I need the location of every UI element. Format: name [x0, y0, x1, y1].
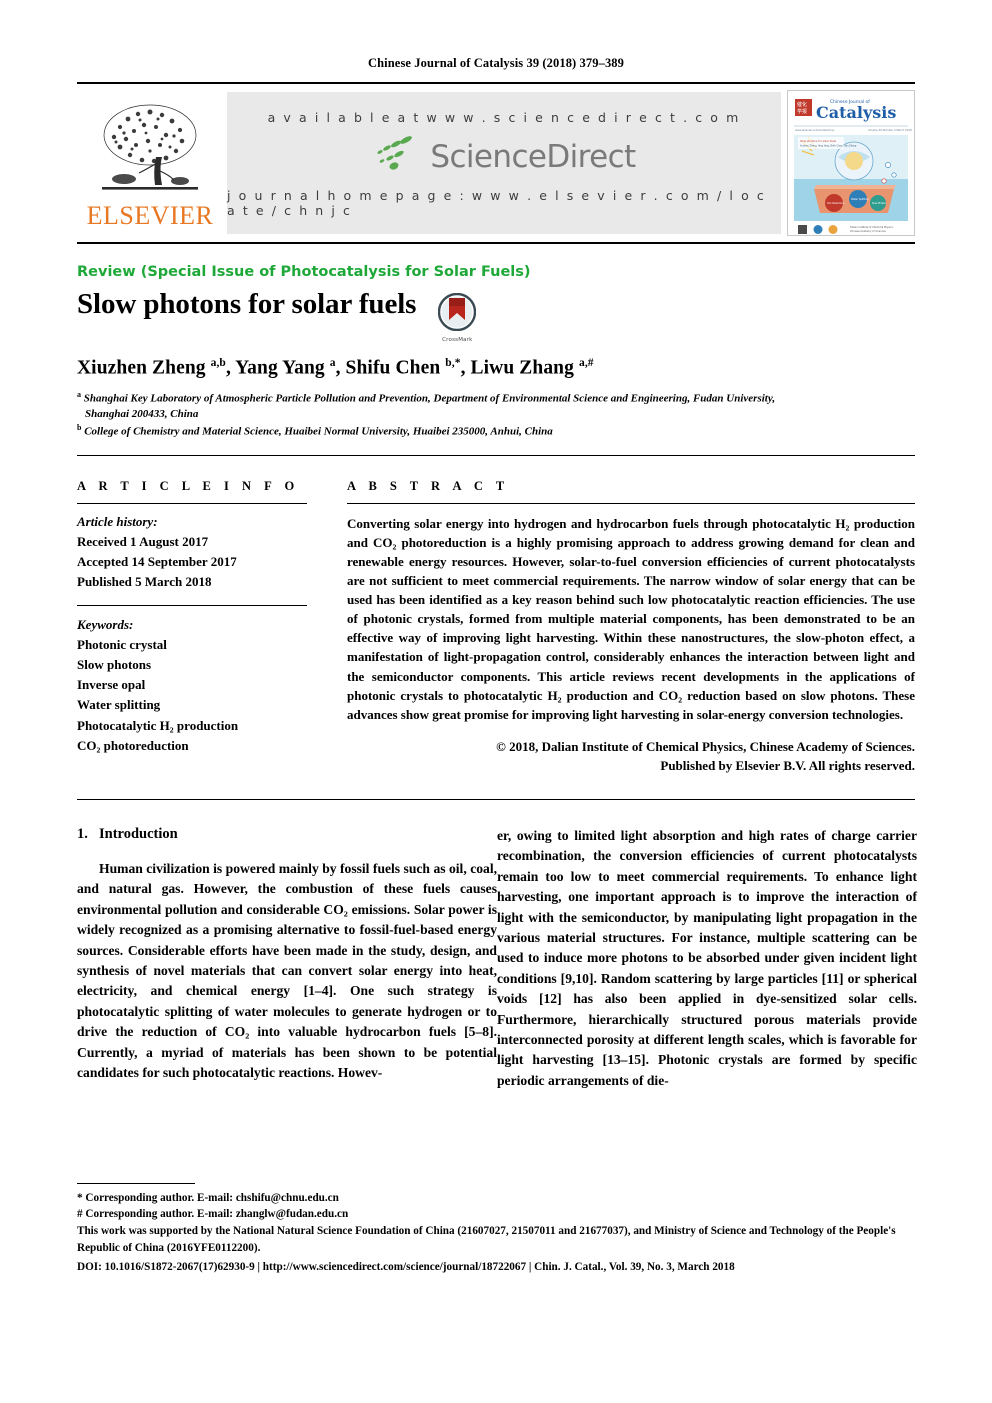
svg-text:Water Splitting: Water Splitting — [851, 198, 869, 201]
info-abstract-section: A R T I C L E I N F O Article history: R… — [77, 479, 915, 775]
article-info-column: A R T I C L E I N F O Article history: R… — [77, 479, 307, 775]
sciencedirect-logo[interactable]: ScienceDirect — [372, 133, 636, 180]
abstract-column: A B S T R A C T Converting solar energy … — [347, 479, 915, 775]
section-heading-introduction: 1. Introduction — [77, 826, 497, 843]
body-left-column: 1. Introduction Human civilization is pow… — [77, 826, 497, 1091]
article-section-label: Review (Special Issue of Photocatalysis … — [77, 264, 531, 280]
page-title: Slow photons for solar fuels — [77, 288, 417, 320]
svg-text:CO₂ Reduction: CO₂ Reduction — [827, 202, 845, 205]
masthead-bottom-rule — [77, 242, 915, 244]
corresponding-author-1: * Corresponding author. E-mail: chshifu@… — [77, 1191, 339, 1204]
column-gap — [307, 479, 347, 775]
footnote-rule — [77, 1182, 195, 1184]
svg-text:Volume 39 Number 3 March 2018: Volume 39 Number 3 March 2018 — [868, 128, 912, 132]
keyword-item: Water splitting — [77, 697, 161, 713]
footnotes: * Corresponding author. E-mail: chshifu@… — [77, 1182, 915, 1275]
abstract-text: Converting solar energy into hydrogen an… — [347, 515, 915, 722]
body-columns: 1. Introduction Human civilization is pow… — [77, 826, 917, 1091]
keywords-label: Keywords: — [77, 617, 134, 633]
article-accepted: Accepted 14 September 2017 — [77, 553, 237, 569]
author-list: Xiuzhen Zheng a,b, Yang Yang a, Shifu Ch… — [77, 357, 594, 379]
crossmark-badge[interactable]: CrossMark — [434, 292, 480, 343]
keyword-item: Photonic crystal — [77, 637, 167, 653]
affiliation-a-line1: Shanghai Key Laboratory of Atmospheric P… — [83, 392, 776, 405]
affiliation-b: b College of Chemistry and Material Scie… — [77, 423, 553, 439]
available-at-text: a v a i l a b l e a t w w w . s c i e n … — [267, 110, 741, 125]
abstract-bottom-rule — [77, 799, 915, 801]
abstract-heading: A B S T R A C T — [347, 478, 510, 493]
sciencedirect-band: a v a i l a b l e a t w w w . s c i e n … — [227, 92, 781, 234]
section-title: Introduction — [99, 826, 178, 843]
elsevier-logo: ELSEVIER — [77, 84, 223, 242]
journal-cover-thumbnail[interactable]: 催化 学报 Chinese Journal of Catalysis www.e… — [787, 90, 915, 236]
elsevier-tree-icon — [94, 101, 206, 201]
svg-text:www.elsevier.com/locate/chnjc: www.elsevier.com/locate/chnjc — [795, 128, 835, 132]
elsevier-wordmark: ELSEVIER — [86, 201, 214, 230]
keyword-item: Inverse opal — [77, 677, 146, 693]
keywords-rule — [77, 605, 307, 607]
copyright-notice: © 2018, Dalian Institute of Chemical Phy… — [347, 737, 915, 775]
svg-text:Xiuzhen Zheng, Yang Yang, Shif: Xiuzhen Zheng, Yang Yang, Shifu Chen, Li… — [800, 145, 857, 148]
journal-homepage-text: j o u r n a l h o m e p a g e : w w w . … — [227, 188, 766, 218]
sciencedirect-wordmark: ScienceDirect — [430, 138, 636, 175]
sciencedirect-leaf-icon — [372, 133, 424, 180]
body-paragraph: Human civilization is powered mainly by … — [77, 861, 497, 1080]
svg-text:Catalysis: Catalysis — [816, 103, 896, 122]
article-history-label: Article history: — [77, 513, 158, 529]
funding-note: This work was supported by the National … — [77, 1225, 896, 1254]
article-page: Chinese Journal of Catalysis 39 (2018) 3… — [0, 0, 992, 1403]
copyright-line-2: Published by Elsevier B.V. All rights re… — [660, 757, 915, 773]
keyword-item: Photocatalytic H₂ production — [77, 717, 239, 733]
svg-text:Dalian Institute of Chemical P: Dalian Institute of Chemical Physics — [850, 226, 894, 229]
svg-text:催化: 催化 — [797, 101, 807, 108]
abstract-rule — [347, 502, 915, 504]
article-published: Published 5 March 2018 — [77, 573, 212, 589]
article-info-rule — [77, 502, 307, 504]
crossmark-icon — [438, 292, 477, 335]
copyright-line-1: © 2018, Dalian Institute of Chemical Phy… — [496, 738, 915, 754]
svg-text:Slow Photon: Slow Photon — [872, 202, 887, 205]
article-info-heading: A R T I C L E I N F O — [77, 478, 300, 493]
body-paragraph: er, owing to limited light absorption an… — [497, 828, 917, 1088]
article-received: Received 1 August 2017 — [77, 533, 209, 549]
body-right-column: er, owing to limited light absorption an… — [497, 826, 917, 1091]
title-bottom-rule — [77, 454, 915, 456]
svg-text:学报: 学报 — [797, 108, 807, 115]
crossmark-label: CrossMark — [442, 337, 473, 343]
keyword-item: CO₂ photoreduction — [77, 737, 189, 753]
svg-text:Slow photons for solar fuels: Slow photons for solar fuels — [800, 139, 837, 143]
masthead: ELSEVIER a v a i l a b l e a t w w w . s… — [77, 84, 915, 242]
affiliation-a-line2: Shanghai 200433, China — [85, 407, 199, 420]
affiliations: a Shanghai Key Laboratory of Atmospheric… — [77, 389, 915, 441]
affiliation-a: a Shanghai Key Laboratory of Atmospheric… — [77, 389, 915, 423]
affiliation-b-text: College of Chemistry and Material Scienc… — [84, 426, 553, 439]
section-number: 1. — [77, 826, 88, 843]
title-row: Slow photons for solar fuels CrossMark — [77, 288, 915, 343]
svg-text:Chinese Academy of Sciences: Chinese Academy of Sciences — [850, 230, 887, 233]
keyword-item: Slow photons — [77, 657, 152, 673]
running-head: Chinese Journal of Catalysis 39 (2018) 3… — [368, 56, 624, 70]
doi-line: DOI: 10.1016/S1872-2067(17)62930-9 | htt… — [77, 1260, 735, 1273]
corresponding-author-2: # Corresponding author. E-mail: zhanglw@… — [77, 1208, 349, 1221]
